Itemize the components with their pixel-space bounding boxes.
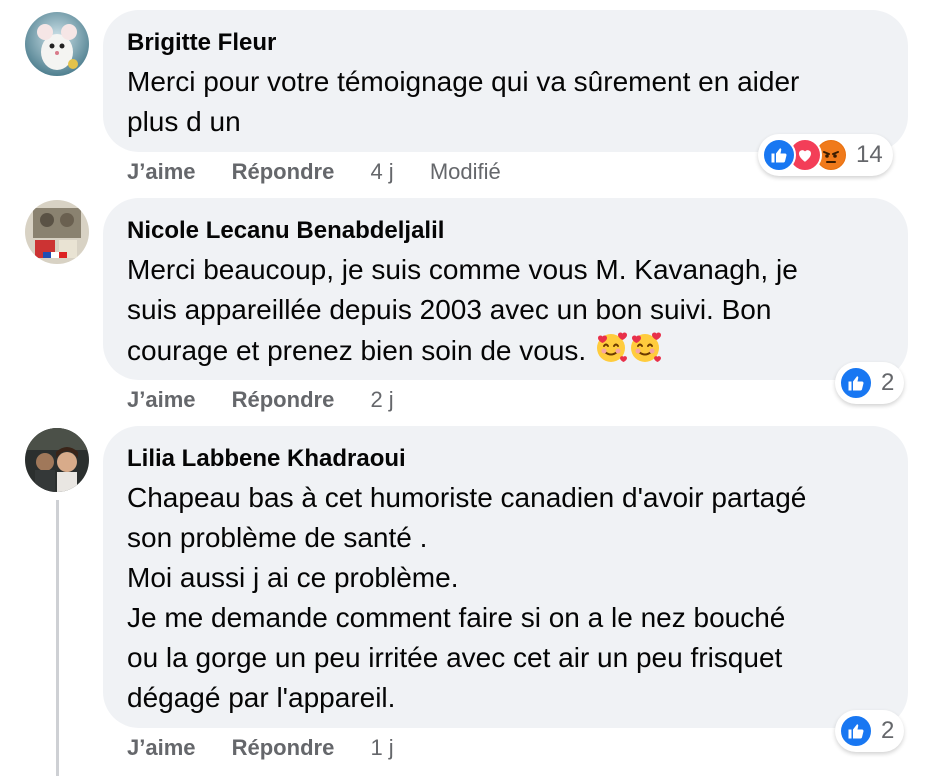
edited-label[interactable]: Modifié [430,157,501,187]
avatar-mouse-image [25,12,89,76]
comment-author[interactable]: Nicole Lecanu Benabdeljalil [127,216,884,246]
comment-bubble: Nicole Lecanu Benabdeljalil Merci beauco… [103,198,908,380]
reply-button[interactable]: Répondre [232,157,335,187]
avatar[interactable] [25,428,89,492]
comment-bubble: Brigitte Fleur Merci pour votre témoigna… [103,10,908,152]
like-button[interactable]: J’aime [127,385,196,415]
smiling-face-with-hearts-icon [628,330,662,375]
comment-author[interactable]: Brigitte Fleur [127,28,884,58]
avatar[interactable] [25,12,89,76]
avatar[interactable] [25,200,89,264]
comment-timestamp[interactable]: 2 j [370,385,393,415]
comment-actions: J’aime Répondre 4 j Modifié [127,157,531,187]
comment-author[interactable]: Lilia Labbene Khadraoui [127,444,884,474]
like-button[interactable]: J’aime [127,733,196,763]
reply-button[interactable]: Répondre [232,385,335,415]
comment-text: Merci beaucoup, je suis comme vous M. Ka… [127,250,884,375]
comment-timestamp[interactable]: 1 j [370,733,393,763]
reaction-count: 14 [856,141,883,168]
comment-timestamp[interactable]: 4 j [370,157,393,187]
comment-text-line: courage et prenez bien soin de vous. [127,334,587,366]
reaction-count: 2 [881,369,895,396]
comment-text-line: Merci beaucoup, je suis comme vous M. Ka… [127,254,798,285]
avatar-photo-image [25,200,89,264]
like-reaction-icon [839,714,873,748]
smiling-face-with-hearts-icon [594,330,628,375]
thread-line [56,500,59,776]
avatar-selfie-image [25,428,89,492]
comment-bubble: Lilia Labbene Khadraoui Chapeau bas à ce… [103,426,908,728]
comment-text-line: suis appareillée depuis 2003 avec un bon… [127,294,772,325]
like-button[interactable]: J’aime [127,157,196,187]
comment-actions: J’aime Répondre 1 j [127,733,424,763]
comment-text: Chapeau bas à cet humoriste canadien d'a… [127,482,807,713]
reaction-count: 2 [881,717,895,744]
reaction-summary[interactable]: 2 [835,710,905,752]
comment-text: Merci pour votre témoignage qui va sûrem… [127,66,800,137]
comment-actions: J’aime Répondre 2 j [127,385,424,415]
reaction-summary[interactable]: 2 [835,362,905,404]
like-reaction-icon [839,366,873,400]
reply-button[interactable]: Répondre [232,733,335,763]
like-reaction-icon [762,138,796,172]
reaction-summary[interactable]: 14 [758,134,893,176]
